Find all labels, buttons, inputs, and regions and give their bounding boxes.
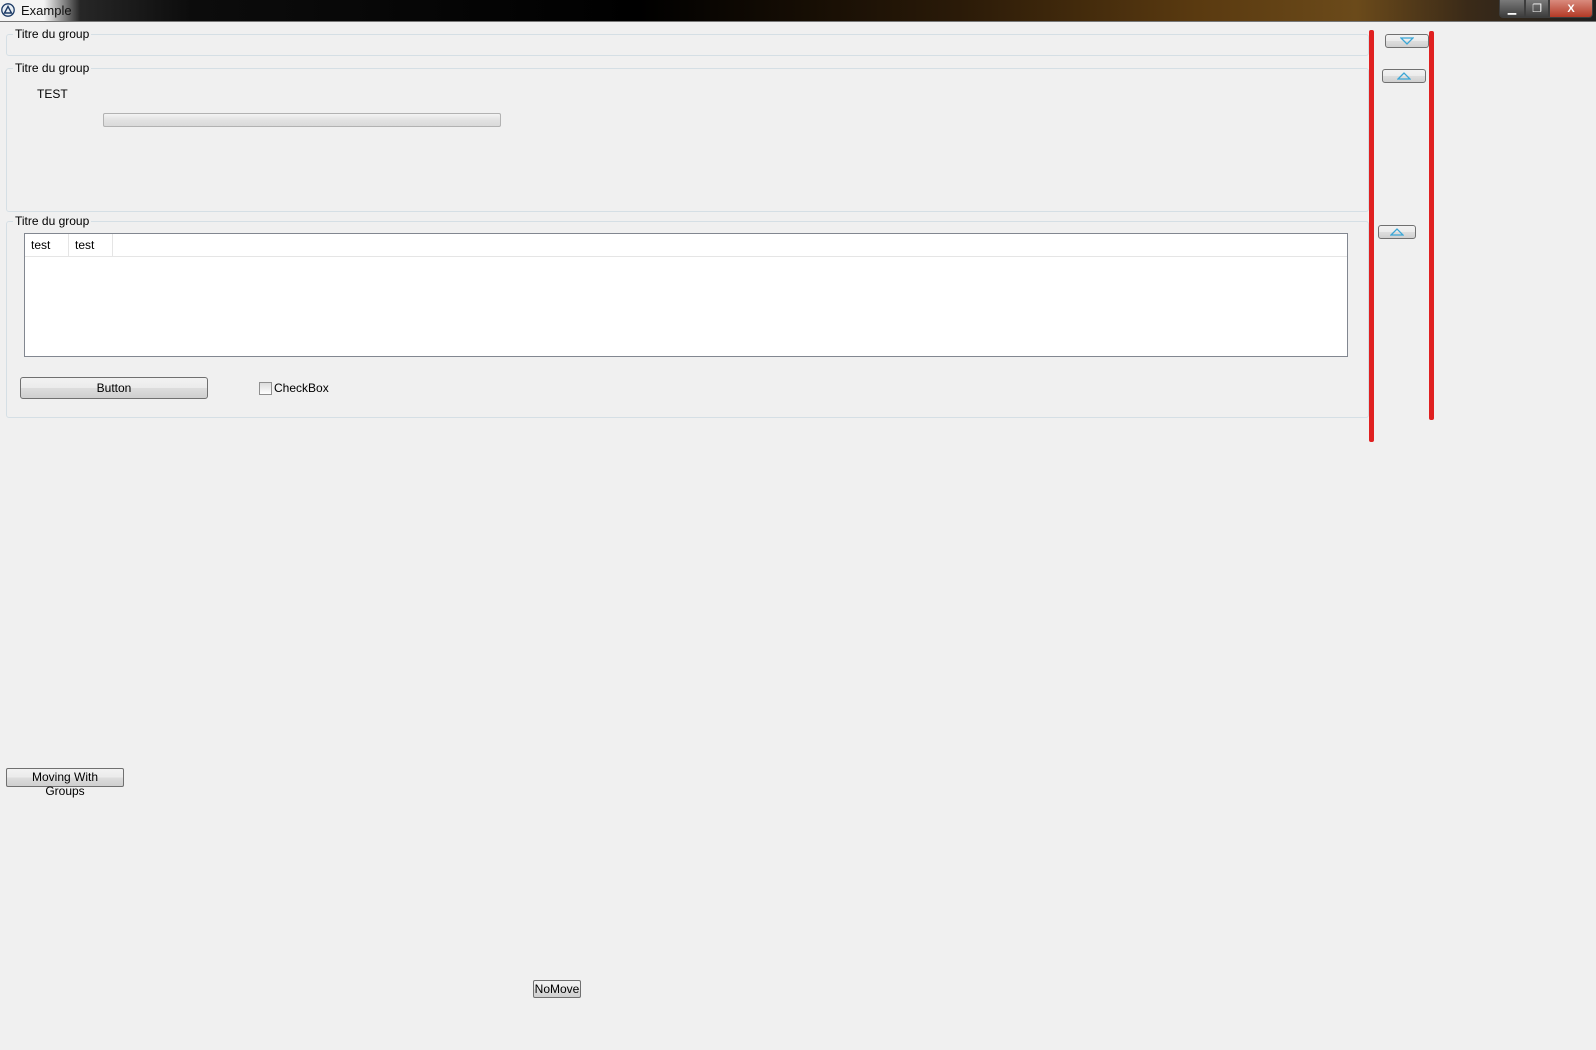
group-2-collapse-button[interactable] xyxy=(1382,69,1426,83)
app-icon xyxy=(1,3,15,17)
group-2-title: Titre du group xyxy=(13,61,92,75)
minimize-button[interactable]: ▁ xyxy=(1499,0,1525,18)
annotation-line-left xyxy=(1369,30,1374,442)
list-header: test test xyxy=(25,234,1347,257)
column-header-2[interactable]: test xyxy=(69,234,113,256)
group-box-1: Titre du group xyxy=(6,27,1369,56)
chevron-up-icon xyxy=(1390,228,1404,236)
annotation-line-right xyxy=(1429,31,1434,420)
group-1-title: Titre du group xyxy=(13,27,92,41)
maximize-button[interactable]: ❐ xyxy=(1525,0,1549,18)
group-box-2: Titre du group TEST xyxy=(6,61,1369,212)
window-titlebar: Example ▁ ❐ X xyxy=(0,0,1596,22)
minimize-icon: ▁ xyxy=(1507,3,1517,15)
maximize-icon: ❐ xyxy=(1532,3,1542,15)
window-controls: ▁ ❐ X xyxy=(1499,0,1593,18)
group-3-collapse-button[interactable] xyxy=(1378,225,1416,239)
moving-with-groups-button[interactable]: Moving With Groups xyxy=(6,768,124,798)
no-move-button[interactable]: NoMove xyxy=(533,980,581,998)
close-icon: X xyxy=(1567,2,1575,15)
window-title: Example xyxy=(21,3,72,18)
group-button[interactable]: Button xyxy=(20,377,208,399)
close-button[interactable]: X xyxy=(1549,0,1593,18)
list-view[interactable]: test test xyxy=(24,233,1348,357)
chevron-down-icon xyxy=(1400,37,1414,45)
chevron-up-icon xyxy=(1397,72,1411,80)
group-1-collapse-button[interactable] xyxy=(1385,34,1429,48)
checkbox-label[interactable]: CheckBox xyxy=(274,381,329,395)
group-3-title: Titre du group xyxy=(13,214,92,228)
test-label: TEST xyxy=(37,87,68,101)
checkbox[interactable] xyxy=(259,382,272,395)
group-box-3: Titre du group test test Button CheckBox xyxy=(6,214,1369,418)
column-header-1[interactable]: test xyxy=(25,234,69,256)
progress-bar xyxy=(103,113,501,127)
